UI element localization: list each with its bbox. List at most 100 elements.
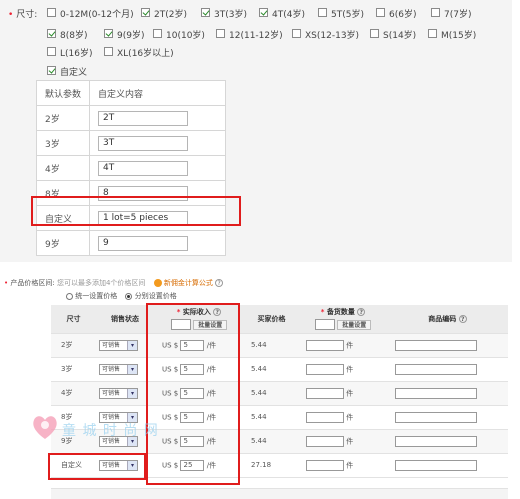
price-table: 尺寸 销售状态 * 实际收入 ? 批量设置 买家价格 * 备货数量 ? 批量设置… bbox=[51, 305, 508, 478]
row-size: 2岁 bbox=[51, 333, 96, 358]
size-checkbox-1[interactable] bbox=[141, 8, 150, 17]
size-checkbox-8[interactable] bbox=[104, 29, 113, 38]
size-checkbox-2[interactable] bbox=[201, 8, 210, 17]
code-input[interactable] bbox=[395, 363, 477, 375]
stock-input[interactable] bbox=[306, 459, 344, 471]
size-option-label: 2T(2岁) bbox=[154, 10, 187, 20]
highlight-box-custom-size-row bbox=[48, 453, 146, 480]
size-option-label: 12(11-12岁) bbox=[229, 31, 283, 41]
table-row: 9岁 9 bbox=[36, 230, 226, 256]
buyer-price: 5.44 bbox=[244, 429, 299, 454]
size-checkbox-3[interactable] bbox=[259, 8, 268, 17]
code-input[interactable] bbox=[395, 459, 477, 471]
price-range-hint: 您可以最多添加4个价格区间 bbox=[56, 279, 146, 287]
size-checkbox-10[interactable] bbox=[216, 29, 225, 38]
highlight-box-custom-row bbox=[31, 196, 241, 226]
size-option-label: XS(12-13岁) bbox=[305, 31, 360, 41]
size-option-label: 3T(3岁) bbox=[214, 10, 247, 20]
code-input[interactable] bbox=[395, 387, 477, 399]
row-size: 3岁 bbox=[51, 357, 96, 382]
row-param: 3岁 bbox=[36, 130, 90, 156]
table-row: 3岁 3T bbox=[36, 130, 226, 156]
size-label-wrap: • 尺寸: bbox=[8, 10, 38, 20]
status-value: 可销售 bbox=[102, 365, 121, 373]
buyer-price: 27.18 bbox=[244, 453, 299, 478]
row-param: 9岁 bbox=[36, 230, 90, 256]
status-select[interactable]: 可销售 ▾ bbox=[99, 387, 138, 399]
status-select[interactable]: 可销售 ▾ bbox=[99, 339, 138, 351]
custom-size-table: 默认参数 自定义内容 2岁 2T 3岁 3T 4岁 4T 8岁 8 自定义 1 … bbox=[36, 80, 226, 256]
size-checkbox-15[interactable] bbox=[104, 47, 113, 56]
size-checkbox-12[interactable] bbox=[370, 29, 379, 38]
price-range-label: 产品价格区间 bbox=[10, 279, 53, 287]
size-option-label: S(14岁) bbox=[383, 31, 417, 41]
size-option-label: 4T(4岁) bbox=[272, 10, 305, 20]
table-row: 2岁 可销售 ▾ US $ 5 /件 5.44 件 bbox=[51, 333, 508, 358]
size-label: 尺寸 bbox=[16, 10, 35, 20]
size-checkbox-5[interactable] bbox=[376, 8, 385, 17]
size-checkbox-4[interactable] bbox=[318, 8, 327, 17]
size-option-label: 9(9岁) bbox=[117, 31, 145, 41]
size-option-label: 8(8岁) bbox=[60, 31, 88, 41]
status-select[interactable]: 可销售 ▾ bbox=[99, 363, 138, 375]
chevron-down-icon: ▾ bbox=[127, 388, 137, 398]
size-checkbox-7[interactable] bbox=[47, 29, 56, 38]
col-buyer-price: 买家价格 bbox=[244, 305, 299, 334]
custom-checkbox[interactable] bbox=[47, 66, 56, 75]
size-option-label: XL(16岁以上) bbox=[117, 49, 174, 59]
col-stock-label: 备货数量 bbox=[326, 308, 355, 317]
row-size: 4岁 bbox=[51, 381, 96, 406]
size-checkbox-13[interactable] bbox=[428, 29, 437, 38]
price-range-header: • 产品价格区间: 您可以最多添加4个价格区间 新佣金计算公式 ? bbox=[4, 278, 224, 288]
stock-input[interactable] bbox=[306, 411, 344, 423]
stock-input[interactable] bbox=[306, 387, 344, 399]
watermark: 童 城 时 尚 网 bbox=[30, 412, 158, 445]
size-checkbox-0[interactable] bbox=[47, 8, 56, 17]
status-value: 可销售 bbox=[102, 389, 121, 397]
help-icon[interactable]: ? bbox=[357, 308, 366, 317]
size-option-label: 5T(5岁) bbox=[331, 10, 364, 20]
custom-value-input[interactable]: 2T bbox=[98, 110, 188, 126]
size-option-label: 7(7岁) bbox=[444, 10, 472, 20]
code-input[interactable] bbox=[395, 411, 477, 423]
radio-separate-label: 分别设置价格 bbox=[134, 292, 177, 300]
radio-separate[interactable] bbox=[125, 292, 133, 300]
buyer-price: 5.44 bbox=[244, 333, 299, 358]
custom-value-input[interactable]: 9 bbox=[98, 235, 188, 251]
col-stock: * 备货数量 ? 批量设置 bbox=[299, 305, 387, 334]
batch-stock-input[interactable] bbox=[314, 319, 335, 331]
code-input[interactable] bbox=[395, 339, 477, 351]
help-icon[interactable]: ? bbox=[215, 279, 224, 287]
buyer-price: 5.44 bbox=[244, 405, 299, 430]
help-icon[interactable]: ? bbox=[458, 314, 467, 323]
stock-unit: 件 bbox=[346, 365, 354, 373]
stock-unit: 件 bbox=[346, 413, 354, 421]
code-input[interactable] bbox=[395, 435, 477, 447]
size-checkbox-14[interactable] bbox=[47, 47, 56, 56]
formula-link[interactable]: 新佣金计算公式 bbox=[164, 279, 213, 287]
table-header-row: 默认参数 自定义内容 bbox=[36, 80, 226, 106]
stock-input[interactable] bbox=[306, 435, 344, 447]
stock-input[interactable] bbox=[306, 339, 344, 351]
chevron-down-icon: ▾ bbox=[127, 340, 137, 350]
custom-value-input[interactable]: 3T bbox=[98, 135, 188, 151]
stock-unit: 件 bbox=[346, 461, 354, 469]
price-mode-radios: 统一设置价格 分别设置价格 bbox=[66, 291, 177, 301]
radio-unified-label: 统一设置价格 bbox=[75, 292, 118, 300]
table-row: 4岁 可销售 ▾ US $ 5 /件 5.44 件 bbox=[51, 381, 508, 406]
radio-unified[interactable] bbox=[66, 292, 73, 300]
stock-unit: 件 bbox=[346, 437, 354, 445]
row-param: 4岁 bbox=[36, 155, 90, 181]
stock-unit: 件 bbox=[346, 389, 354, 397]
col-code: 商品编码 ? bbox=[387, 305, 508, 334]
stock-input[interactable] bbox=[306, 363, 344, 375]
batch-set-button[interactable]: 批量设置 bbox=[337, 319, 372, 330]
size-option-label: 10(10岁) bbox=[166, 31, 205, 41]
size-checkbox-11[interactable] bbox=[292, 29, 301, 38]
custom-value-input[interactable]: 4T bbox=[98, 160, 188, 176]
size-checkbox-9[interactable] bbox=[153, 29, 162, 38]
buyer-price: 5.44 bbox=[244, 357, 299, 382]
size-checkbox-6[interactable] bbox=[431, 8, 440, 17]
highlight-box-income-column bbox=[146, 303, 240, 485]
price-table-header-row: 尺寸 销售状态 * 实际收入 ? 批量设置 买家价格 * 备货数量 ? 批量设置… bbox=[51, 305, 508, 334]
